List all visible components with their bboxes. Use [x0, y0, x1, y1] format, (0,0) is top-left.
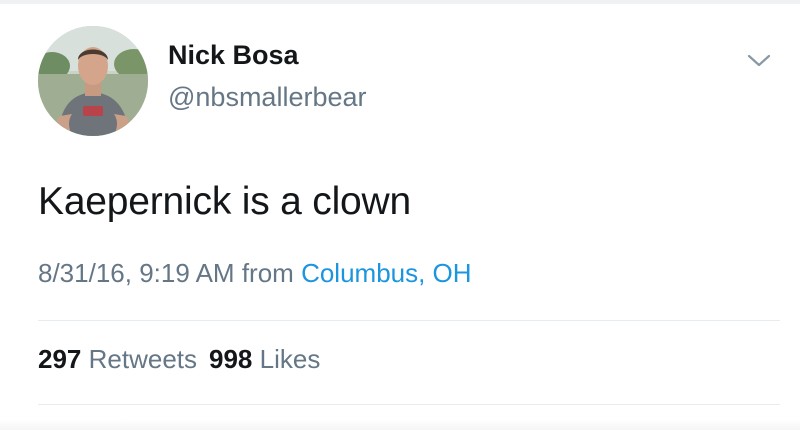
retweets-count: 297 — [38, 344, 82, 374]
likes-count: 998 — [209, 344, 253, 374]
tweet-meta: 8/31/16, 9:19 AM from Columbus, OH — [38, 258, 472, 289]
likes-stat[interactable]: 998 Likes — [209, 344, 320, 374]
author-handle[interactable]: @nbsmallerbear — [168, 82, 367, 113]
retweets-stat[interactable]: 297 Retweets — [38, 344, 197, 374]
likes-label: Likes — [259, 344, 321, 374]
action-bar-edge — [0, 420, 800, 430]
avatar-photo — [38, 26, 148, 136]
tweet-text: Kaepernick is a clown — [38, 180, 411, 223]
stats-top-divider — [38, 320, 780, 321]
tweet-stats: 297 Retweets 998 Likes — [38, 344, 320, 375]
avatar[interactable] — [38, 26, 148, 136]
tweet-card: Nick Bosa @nbsmallerbear Kaepernick is a… — [0, 0, 800, 430]
top-divider — [0, 0, 800, 4]
retweets-label: Retweets — [88, 344, 198, 374]
stats-bottom-divider — [38, 404, 780, 405]
author-display-name[interactable]: Nick Bosa — [168, 40, 299, 71]
from-label: from — [241, 258, 294, 288]
chevron-down-icon[interactable] — [746, 50, 772, 70]
tweet-timestamp[interactable]: 8/31/16, 9:19 AM — [38, 258, 235, 288]
tweet-location-link[interactable]: Columbus, OH — [301, 258, 472, 288]
